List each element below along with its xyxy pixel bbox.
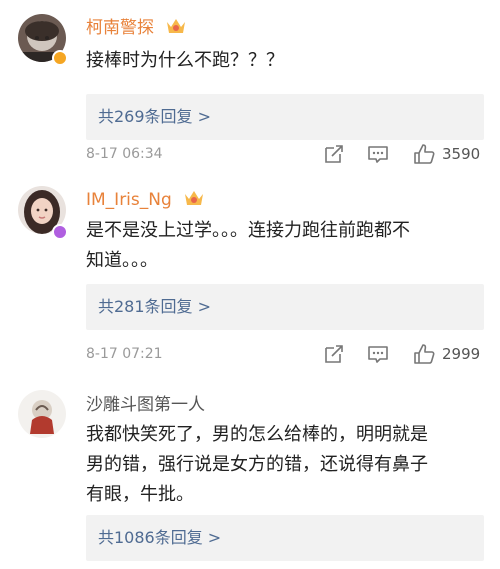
comment-text: 是不是没上过学。。。连接力跑往前跑都不 知道。。。 [86, 220, 410, 271]
like-count: 2999 [442, 345, 481, 363]
verified-badge-icon [52, 50, 68, 66]
comment-meta: 8-17 06:34 3590 [86, 141, 484, 167]
timestamp: 8-17 07:21 [86, 346, 163, 362]
username-text: IM_Iris_Ng [86, 190, 172, 210]
thumbs-up-icon[interactable] [412, 342, 436, 366]
comment-text: 我都快笑死了，男的怎么给棒的，明明就是 男的错，强行说是女方的错，还说得有鼻子 … [86, 424, 428, 505]
like-count: 3590 [442, 145, 481, 163]
verified-badge-icon [52, 224, 68, 240]
vip-crown-icon [185, 191, 204, 205]
comment-text: 接棒时为什么不跑？？？ [86, 50, 284, 71]
username-text: 柯南警探 [86, 18, 154, 38]
avatar[interactable] [18, 390, 66, 438]
username[interactable]: 沙雕斗图第一人 [86, 394, 205, 416]
comment-meta: 8-17 07:21 2999 [86, 341, 484, 367]
view-replies-link[interactable]: 共281条回复 > [86, 284, 484, 330]
share-icon[interactable] [322, 142, 346, 166]
timestamp: 8-17 06:34 [86, 146, 163, 162]
share-icon[interactable] [322, 342, 346, 366]
thumbs-up-icon[interactable] [412, 142, 436, 166]
username-text: 沙雕斗图第一人 [86, 395, 205, 415]
vip-crown-icon [167, 19, 186, 33]
username[interactable]: 柯南警探 [86, 16, 187, 39]
view-replies-link[interactable]: 共1086条回复 > [86, 515, 484, 561]
view-replies-link[interactable]: 共269条回复 > [86, 94, 484, 140]
username[interactable]: IM_Iris_Ng [86, 188, 205, 211]
comment-icon[interactable] [366, 342, 390, 366]
comment-icon[interactable] [366, 142, 390, 166]
